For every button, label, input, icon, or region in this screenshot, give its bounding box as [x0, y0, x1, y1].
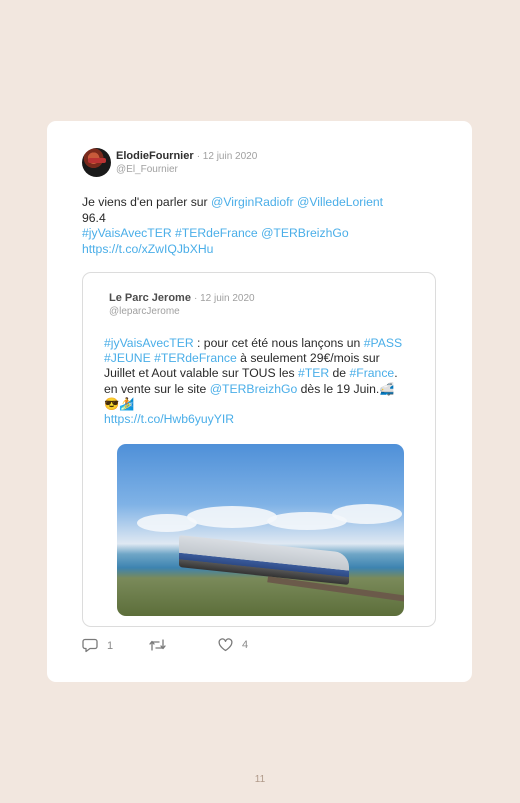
quoted-text-part: : pour cet été nous lançons un	[193, 336, 364, 350]
quoted-text: #jyVaisAvecTER : pour cet été nous lanço…	[104, 336, 404, 427]
hashtag-terdefrance[interactable]: #TERdeFrance	[154, 351, 237, 365]
page-number: 11	[254, 774, 266, 785]
avatar[interactable]	[82, 148, 111, 177]
retweet-button[interactable]	[149, 638, 166, 652]
like-button[interactable]: 4	[218, 638, 248, 652]
tweet-link[interactable]: https://t.co/xZwIQJbXHu	[82, 242, 213, 256]
tweet-text-part: 96.4	[82, 210, 106, 225]
reply-count: 1	[107, 639, 114, 652]
quoted-link[interactable]: https://t.co/Hwb6yuyYIR	[104, 412, 234, 426]
author-name[interactable]: ElodieFournier	[116, 150, 194, 162]
heart-icon	[218, 638, 233, 652]
quoted-tweet[interactable]: Le Parc Jerome · 12 juin 2020 @leparcJer…	[82, 272, 436, 627]
tweet-author: ElodieFournier · 12 juin 2020 @El_Fourni…	[116, 150, 257, 176]
reply-button[interactable]: 1	[82, 638, 113, 653]
quoted-author-name[interactable]: Le Parc Jerome	[109, 292, 191, 304]
hashtag-france[interactable]: #France	[349, 366, 394, 380]
hashtag-jeune[interactable]: #JEUNE	[104, 351, 151, 365]
mention-villedelorient[interactable]: @VilledeLorient	[297, 195, 383, 209]
like-count: 4	[242, 639, 249, 651]
tweet-text-part: Je viens d'en parler sur	[82, 195, 212, 209]
mention-terbreizhgo[interactable]: @TERBreizhGo	[210, 382, 298, 396]
quoted-author: Le Parc Jerome · 12 juin 2020 @leparcJer…	[109, 292, 255, 318]
quoted-date[interactable]: 12 juin 2020	[200, 293, 255, 304]
hashtag-jyvaisavecter[interactable]: #jyVaisAvecTER	[82, 226, 172, 240]
tweet-date[interactable]: 12 juin 2020	[203, 151, 258, 162]
speech-bubble-icon	[82, 638, 98, 653]
author-handle[interactable]: @El_Fournier	[116, 163, 257, 176]
hashtag-ter[interactable]: #TER	[298, 366, 329, 380]
quoted-author-handle[interactable]: @leparcJerome	[109, 305, 255, 318]
hashtag-pass[interactable]: #PASS	[364, 336, 402, 350]
quoted-text-part: de	[329, 366, 350, 381]
train-photo[interactable]	[117, 444, 404, 616]
tweet-text: Je viens d'en parler sur @VirginRadiofr …	[82, 195, 432, 257]
tweet-card: ElodieFournier · 12 juin 2020 @El_Fourni…	[47, 121, 472, 682]
retweet-icon	[149, 639, 166, 651]
hashtag-terdefrance[interactable]: #TERdeFrance	[175, 226, 258, 240]
hashtag-jyvaisavecter[interactable]: #jyVaisAvecTER	[104, 336, 194, 350]
mention-virginradiofr[interactable]: @VirginRadiofr	[211, 195, 294, 209]
mention-terbreizhgo[interactable]: @TERBreizhGo	[261, 226, 349, 240]
